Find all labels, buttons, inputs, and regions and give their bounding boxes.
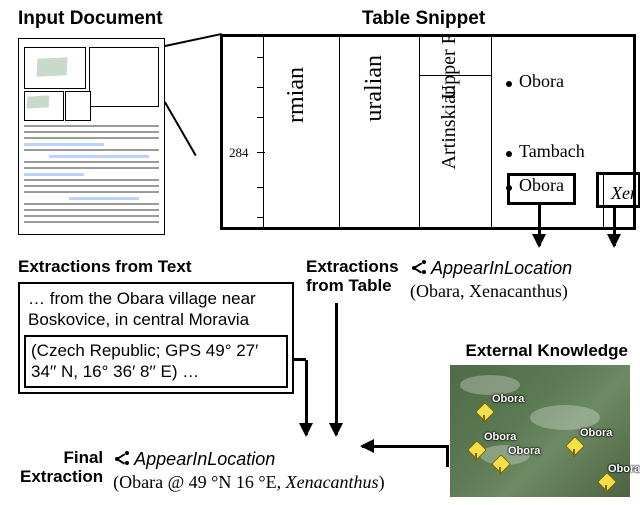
extractions-from-table-label: Extractions from Table [306, 258, 399, 295]
table-extraction-relation: AppearInLocation (Obara, Xenacanthus) [410, 258, 572, 302]
table-entry-3: Obora [519, 175, 564, 196]
final-args-suffix: ) [379, 472, 385, 492]
extractions-from-table-line2: from Table [306, 277, 399, 296]
table-snippet-region: 284 rmian uralian Upper R Artinskian Obo… [220, 34, 636, 230]
table-entry-2: Tambach [519, 141, 585, 162]
arrow-from-xenacanthus [613, 205, 616, 246]
map-pin-label: Obora [484, 431, 516, 443]
map-pin-label: Obora [492, 393, 524, 405]
text-extraction-lower-gps: (Czech Republic; GPS 49° 27′ 34′′ N, 16°… [24, 335, 288, 389]
callout-top-line [165, 33, 222, 47]
final-extraction-block: Final Extraction AppearInLocation (Obara… [20, 449, 385, 493]
relation-name: AppearInLocation [431, 258, 572, 278]
final-relation-name: AppearInLocation [134, 449, 275, 469]
arrow-from-table-extraction [335, 303, 338, 435]
arrow-from-obora [538, 202, 541, 246]
input-document-heading: Input Document [18, 9, 163, 30]
external-knowledge-map: Obora Obora Obora Obora Obora [450, 365, 630, 497]
map-pin-label: Obora [508, 445, 540, 457]
map-pin [600, 475, 612, 493]
map-pin [470, 443, 482, 461]
share-icon [113, 451, 129, 467]
share-icon [410, 260, 426, 276]
final-heading-line2: Extraction [20, 468, 103, 487]
map-pin [568, 439, 580, 457]
strat-col-1: rmian [283, 67, 310, 123]
strat-col-2: uralian [361, 55, 388, 122]
input-document-thumbnail [18, 38, 165, 235]
map-pin [478, 405, 490, 423]
arrow-from-map [362, 445, 448, 448]
map-pin-label: Obora [608, 463, 640, 475]
external-knowledge-heading: External Knowledge [466, 342, 628, 361]
final-args-genus: Xenacanthus [286, 472, 379, 492]
table-relation-args: (Obara, Xenacanthus) [410, 281, 568, 301]
strat-col-3-bottom: Artinskian [438, 85, 461, 169]
extractions-from-text-heading: Extractions from Text [18, 258, 192, 277]
map-pin-label: Obora [580, 427, 612, 439]
final-args-prefix: (Obara @ 49 °N 16 °E, [113, 472, 285, 492]
text-extraction-upper: … from the Obara village near Boskovice,… [20, 284, 292, 331]
arrow-from-text-extraction [305, 360, 308, 435]
table-right-genus: Xenacanthus [611, 183, 636, 204]
axis-number: 284 [229, 145, 249, 161]
callout-bottom-line [164, 101, 196, 155]
final-heading-line1: Final [20, 449, 103, 468]
table-entry-1: Obora [519, 71, 564, 92]
table-snippet-heading: Table Snippet [362, 9, 485, 30]
map-connector-vert [446, 445, 449, 467]
extractions-from-table-line1: Extractions [306, 258, 399, 277]
map-pin [494, 457, 506, 475]
text-extraction-box: … from the Obara village near Boskovice,… [18, 282, 294, 394]
text-to-arrow-connector [292, 358, 306, 361]
